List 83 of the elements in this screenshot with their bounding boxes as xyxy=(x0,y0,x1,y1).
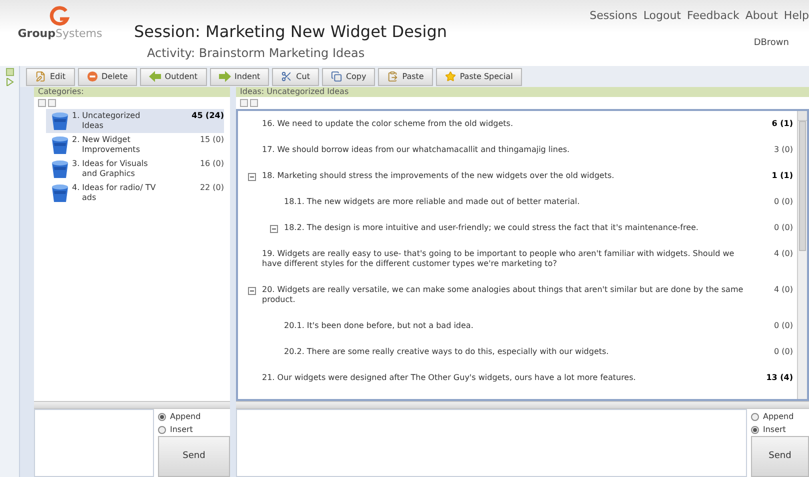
radio-label: Insert xyxy=(170,424,193,436)
nav-link[interactable]: Sessions xyxy=(590,8,638,24)
idea-text[interactable]: 16. We need to update the color scheme from the old widgets. xyxy=(262,119,751,129)
vote-count: 0 (0) xyxy=(773,223,793,233)
category-count: 22 (0) xyxy=(200,183,224,193)
radio-button[interactable] xyxy=(751,413,759,421)
vote-count: 0 (0) xyxy=(773,347,793,357)
vote-count: 13 (4) xyxy=(765,373,793,383)
send-button[interactable]: Send xyxy=(158,436,230,477)
user-name: DBrown xyxy=(754,36,790,50)
splitter-bar[interactable] xyxy=(236,401,809,409)
toolbar-button[interactable]: Outdent xyxy=(140,68,207,86)
panel-icon[interactable] xyxy=(6,68,14,76)
arrow-right-icon xyxy=(218,71,231,82)
bucket-icon xyxy=(50,111,70,131)
play-icon[interactable] xyxy=(6,78,14,86)
scissors-icon xyxy=(281,71,292,82)
expand-all-button[interactable] xyxy=(250,99,258,107)
vote-count: 4 (0) xyxy=(773,285,793,295)
bucket-icon xyxy=(50,159,70,179)
document-pencil-icon xyxy=(35,71,46,82)
vote-count: 6 (1) xyxy=(770,119,793,129)
collapse-all-button[interactable] xyxy=(240,99,248,107)
idea-text[interactable]: 21. Our widgets were designed after The Other Guy's widgets, ours have a lot more features. xyxy=(262,373,751,383)
scrollbar[interactable] xyxy=(797,111,807,399)
idea-input-field[interactable] xyxy=(236,409,747,477)
send-button[interactable]: Send xyxy=(751,436,809,477)
logo-text: GroupSystems xyxy=(18,26,102,42)
idea-text[interactable]: 20.2. There are some really creative ways to do this, especially with our widgets. xyxy=(284,347,751,357)
radio-button[interactable] xyxy=(158,413,166,421)
activity-title: Activity: Brainstorm Marketing Ideas xyxy=(146,45,366,62)
toolbar-button[interactable]: Edit xyxy=(26,68,74,86)
collapse-icon[interactable] xyxy=(270,225,278,233)
arrow-left-icon xyxy=(148,71,161,82)
toolbar-button[interactable]: Indent xyxy=(210,68,270,86)
star-icon xyxy=(444,71,456,82)
radio-label: Append xyxy=(763,411,794,423)
nav-link[interactable]: Feedback xyxy=(687,8,740,24)
radio-button[interactable] xyxy=(751,426,759,434)
session-title: Session: Marketing New Widget Design xyxy=(134,22,448,42)
clipboard-icon xyxy=(387,71,398,82)
category-count: 16 (0) xyxy=(200,159,224,169)
category-count: 15 (0) xyxy=(200,135,224,145)
toolbar-button[interactable]: Cut xyxy=(272,68,319,86)
collapse-all-button[interactable] xyxy=(38,99,46,107)
collapse-icon[interactable] xyxy=(248,287,256,295)
nav-link[interactable]: Help xyxy=(784,8,809,24)
idea-text[interactable]: 17. We should borrow ideas from our whatchamacallit and thingamajig lines. xyxy=(262,145,751,155)
panel-header: Categories: xyxy=(34,87,230,97)
collapse-icon[interactable] xyxy=(248,173,256,181)
category-item[interactable]: 2. New Widget Improvements 15 (0) xyxy=(46,133,224,157)
logo-icon xyxy=(49,6,71,26)
idea-text[interactable]: 18. Marketing should stress the improvements of the new widgets over the old widgets. xyxy=(262,171,751,181)
radio-button[interactable] xyxy=(158,426,166,434)
vote-count: 0 (0) xyxy=(773,197,793,207)
copy-icon xyxy=(330,71,342,82)
vote-count: 4 (0) xyxy=(773,249,793,259)
toolbar-button[interactable]: Paste xyxy=(378,68,433,86)
idea-text[interactable]: 20.1. It's been done before, but not a bad idea. xyxy=(284,321,751,331)
toolbar-button[interactable]: Copy xyxy=(322,68,376,86)
bucket-icon xyxy=(50,183,70,203)
radio-label: Append xyxy=(170,411,201,423)
idea-input-field[interactable] xyxy=(34,409,154,477)
nav-link[interactable]: Logout xyxy=(643,8,681,24)
category-item[interactable]: 1. Uncategorized Ideas 45 (24) xyxy=(46,109,224,133)
idea-text[interactable]: 18.1. The new widgets are more reliable and made out of better material. xyxy=(284,197,751,207)
radio-label: Insert xyxy=(763,424,786,436)
vote-count: 3 (0) xyxy=(773,145,793,155)
category-item[interactable]: 3. Ideas for Visuals and Graphics 16 (0) xyxy=(46,157,224,181)
category-count: 45 (24) xyxy=(192,111,224,121)
toolbar-button[interactable]: Paste Special xyxy=(436,68,522,86)
stop-icon xyxy=(86,71,98,82)
panel-header: Ideas: Uncategorized Ideas xyxy=(236,87,809,97)
idea-text[interactable]: 19. Widgets are really easy to use- that's going to be important to people who aren't familiar with widgets. Should we have different styles for the different customer types we're marketing to? xyxy=(262,249,751,269)
toolbar-button[interactable]: Delete xyxy=(78,68,137,86)
bucket-icon xyxy=(50,135,70,155)
vote-count: 0 (0) xyxy=(773,321,793,331)
idea-text[interactable]: 20. Widgets are really versatile, we can make some analogies about things that aren't similar but are done by the same product. xyxy=(262,285,751,305)
category-item[interactable]: 4. Ideas for radio/ TV ads 22 (0) xyxy=(46,181,224,205)
nav-link[interactable]: About xyxy=(745,8,778,24)
idea-text[interactable]: 18.2. The design is more intuitive and user-friendly; we could stress the fact that it's maintenance-free. xyxy=(284,223,751,233)
expand-all-button[interactable] xyxy=(48,99,56,107)
vote-count: 1 (1) xyxy=(770,171,793,181)
